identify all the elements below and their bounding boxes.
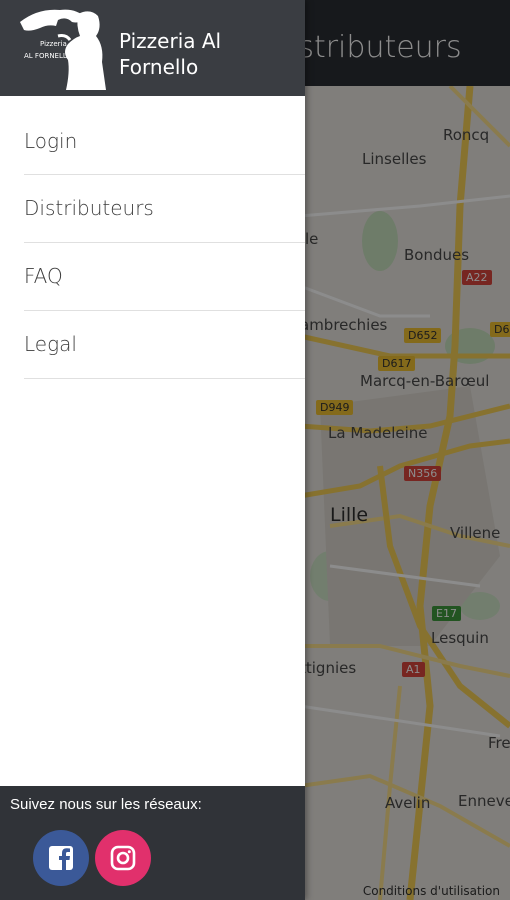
menu-item-legal[interactable]: Legal (24, 311, 305, 379)
instagram-button[interactable] (95, 830, 151, 886)
logo-text-line2: AL FORNELLO (24, 52, 73, 60)
drawer-menu: Login Distributeurs FAQ Legal (24, 108, 305, 379)
instagram-icon (110, 845, 136, 871)
drawer-header: Pizzeria AL FORNELLO Pizzeria Al Fornell… (0, 0, 305, 96)
logo-text-line1: Pizzeria (40, 40, 67, 48)
navigation-drawer: Pizzeria AL FORNELLO Pizzeria Al Fornell… (0, 0, 305, 900)
facebook-icon (49, 846, 73, 870)
social-title: Suivez nous sur les réseaux: (10, 796, 202, 813)
menu-item-faq[interactable]: FAQ (24, 243, 305, 311)
drawer-footer: Suivez nous sur les réseaux: (0, 786, 305, 900)
pizzeria-logo: Pizzeria AL FORNELLO (20, 9, 106, 90)
facebook-button[interactable] (33, 830, 89, 886)
brand-name: Pizzeria Al Fornello (119, 29, 222, 79)
menu-item-login[interactable]: Login (24, 108, 305, 175)
menu-item-distributeurs[interactable]: Distributeurs (24, 175, 305, 243)
